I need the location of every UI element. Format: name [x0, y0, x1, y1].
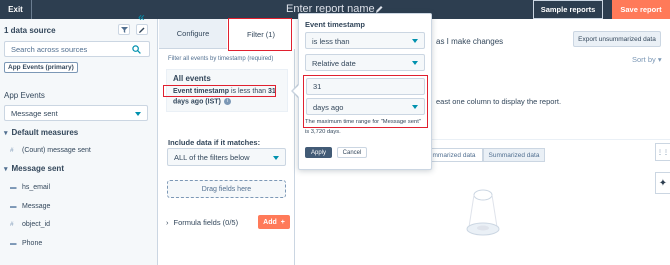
chevron-down-icon: ▾ [4, 130, 8, 137]
add-formula-button[interactable]: Add + [258, 215, 290, 229]
list-item[interactable]: # (Count) message sent [10, 147, 91, 154]
summarized-data-toggle[interactable]: Summarized data [483, 148, 545, 162]
add-label: Add [263, 218, 277, 226]
empty-state-illustration [466, 189, 500, 236]
grip-icon[interactable]: ⋮⋮ [655, 143, 670, 161]
data-source-title: 1 data source [4, 26, 56, 35]
exit-button[interactable]: Exit [0, 0, 32, 19]
unit-value: days ago [313, 103, 344, 112]
sort-by-dropdown[interactable]: Sort by ▾ [632, 55, 662, 64]
chevron-down-icon [135, 112, 141, 116]
unit-select[interactable]: days ago [306, 98, 425, 115]
list-item[interactable]: ▬ hs_email [10, 184, 50, 191]
chevron-down-icon [412, 61, 418, 65]
filter-hint-text: Filter all events by timestamp (required… [168, 56, 274, 62]
apply-button[interactable]: Apply [305, 147, 332, 158]
text-field-icon: ▬ [10, 203, 17, 210]
formula-fields-toggle[interactable]: › Formula fields (0/5) [166, 218, 238, 227]
operator-select[interactable]: is less than [305, 32, 425, 49]
property-label: hs_email [22, 184, 51, 191]
list-item[interactable]: ▬ Message [10, 203, 50, 210]
default-measures-header[interactable]: ▾ Default measures [4, 128, 78, 137]
sample-reports-button[interactable]: Sample reports [533, 0, 603, 19]
list-item[interactable]: ▬ Phone [10, 240, 42, 247]
list-item[interactable]: # object_id [10, 221, 50, 228]
property-label: object_id [22, 221, 51, 228]
collapse-panel-icon[interactable]: « [138, 10, 145, 24]
chevron-down-icon: ▾ [657, 55, 662, 64]
measure-label: (Count) message sent [22, 147, 91, 154]
chevron-down-icon [412, 105, 418, 109]
filter-sources-button[interactable] [118, 24, 130, 35]
message-sent-label: Message sent [11, 164, 64, 173]
text-field-icon: ▬ [10, 240, 17, 247]
event-filter-unit: days ago (IST) [173, 98, 221, 106]
tab-configure[interactable]: Configure [159, 19, 227, 49]
cancel-button[interactable]: Cancel [337, 147, 367, 158]
include-data-label: Include data if it matches: [168, 138, 261, 147]
auto-refresh-label: as I make changes [436, 37, 504, 46]
range-note-2: is 3,720 days. [305, 129, 341, 135]
event-select-value: Message sent [11, 109, 58, 118]
divider [425, 139, 670, 140]
edit-icon [139, 27, 145, 33]
hash-icon: # [10, 147, 14, 154]
all-events-title: All events [173, 74, 211, 83]
chevron-down-icon: ▾ [4, 166, 8, 173]
chevron-down-icon [412, 39, 418, 43]
primary-source-tag[interactable]: App Events (primary) [4, 62, 78, 73]
save-report-button[interactable]: Save report [612, 0, 670, 19]
default-measures-label: Default measures [11, 128, 79, 137]
sparkle-icon[interactable]: ✦ [655, 172, 670, 194]
source-search-input[interactable]: Search across sources [4, 41, 150, 57]
property-label: Message [22, 203, 51, 210]
filter-icon [120, 26, 128, 33]
operator-value: is less than [312, 37, 350, 46]
app-events-label: App Events [4, 91, 45, 100]
text-field-icon: ▬ [10, 184, 17, 191]
chevron-right-icon: › [166, 218, 169, 227]
date-type-select[interactable]: Relative date [305, 54, 425, 71]
chevron-down-icon [273, 156, 279, 160]
popover-arrow-inner [293, 85, 299, 97]
highlight-box [228, 18, 292, 51]
property-label: Phone [22, 240, 43, 247]
event-filter-summary-2: days ago (IST) i [173, 98, 231, 105]
highlight-box [163, 85, 276, 97]
formula-fields-label: Formula fields (0/5) [173, 218, 239, 227]
date-type-value: Relative date [312, 59, 356, 68]
event-select[interactable]: Message sent [4, 105, 148, 121]
message-sent-header[interactable]: ▾ Message sent [4, 164, 64, 173]
unsummarized-data-toggle[interactable]: mmarized data [425, 148, 483, 162]
popover-title: Event timestamp [305, 20, 366, 29]
export-unsummarized-button[interactable]: Export unsummarized data [573, 31, 661, 47]
edit-sources-button[interactable] [136, 24, 148, 35]
search-icon [132, 45, 141, 54]
info-icon[interactable]: i [223, 98, 231, 105]
range-note: The maximum time range for "Message sent… [305, 119, 421, 125]
days-value-input[interactable]: 31 [306, 78, 425, 95]
hash-icon: # [10, 221, 14, 228]
match-rule-select[interactable]: ALL of the filters below [167, 148, 286, 166]
empty-state-message: east one column to display the report. [436, 97, 562, 106]
plus-icon: + [280, 218, 285, 226]
sort-by-label: Sort by [632, 55, 656, 64]
match-rule-value: ALL of the filters below [174, 153, 250, 162]
filter-drop-zone[interactable]: Drag fields here [167, 180, 286, 198]
